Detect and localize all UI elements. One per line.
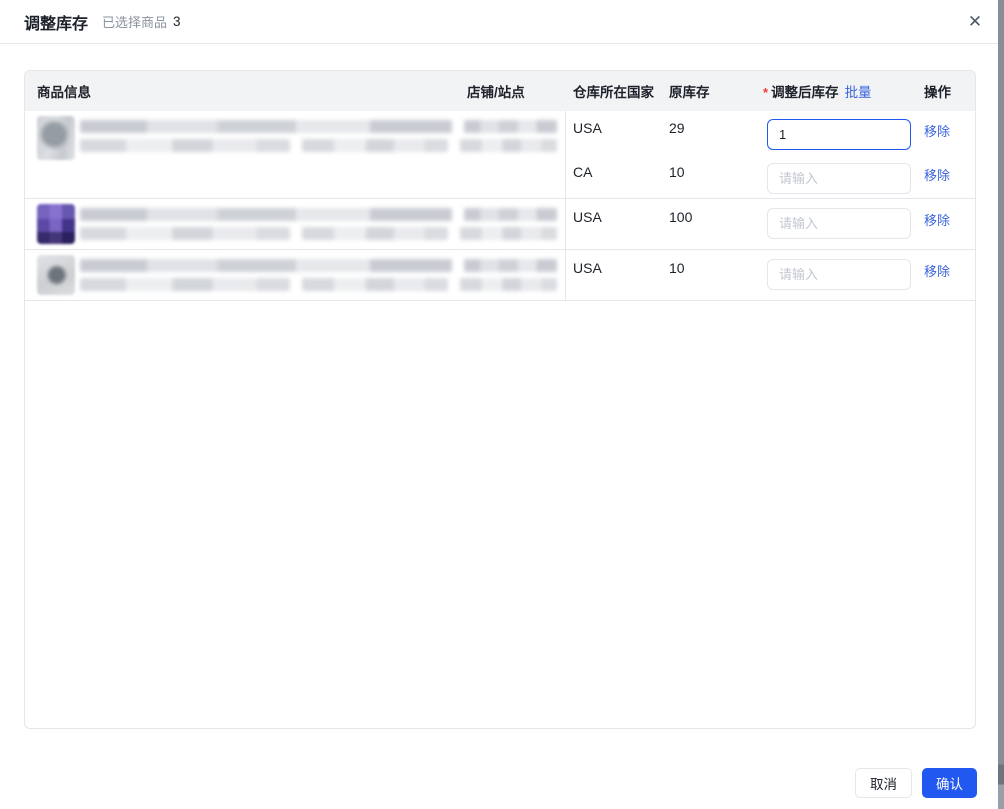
adjusted-stock-label: 调整后库存 bbox=[771, 85, 839, 100]
product-thumbnail bbox=[37, 255, 75, 295]
remove-link[interactable]: 移除 bbox=[924, 168, 950, 183]
remove-link[interactable]: 移除 bbox=[924, 264, 950, 279]
redacted-store-bar bbox=[460, 139, 557, 152]
vertical-scrollbar[interactable] bbox=[998, 0, 1004, 809]
selected-count: 3 bbox=[173, 14, 181, 29]
modal-title: 调整库存 bbox=[24, 15, 89, 33]
original-stock-value: 10 bbox=[669, 163, 685, 180]
adjust-stock-input[interactable] bbox=[767, 119, 911, 150]
warehouse-country: CA bbox=[573, 163, 593, 180]
redacted-product-text bbox=[80, 204, 557, 249]
product-thumbnail bbox=[37, 116, 75, 160]
selected-label: 已选择商品 bbox=[102, 15, 168, 30]
table-header-row: 商品信息 店铺/站点 仓库所在国家 原库存 * 调整后库存 批量 操作 bbox=[25, 71, 975, 111]
column-header-product: 商品信息 bbox=[37, 85, 91, 100]
remove-link[interactable]: 移除 bbox=[924, 124, 950, 139]
redacted-text-bar bbox=[80, 139, 290, 152]
redacted-text-bar bbox=[80, 278, 290, 291]
remove-link[interactable]: 移除 bbox=[924, 213, 950, 228]
original-stock-value: 10 bbox=[669, 260, 685, 276]
redacted-store-bar bbox=[464, 259, 557, 272]
column-header-action: 操作 bbox=[924, 85, 951, 100]
redacted-text-bar bbox=[80, 227, 290, 240]
product-info-cell bbox=[25, 199, 566, 249]
product-thumbnail bbox=[37, 204, 75, 244]
table-row: USA 29 移除 CA 10 移除 bbox=[25, 111, 975, 199]
inventory-table: 商品信息 店铺/站点 仓库所在国家 原库存 * 调整后库存 批量 操作 USA … bbox=[24, 70, 976, 729]
column-header-warehouse-country: 仓库所在国家 bbox=[573, 85, 654, 100]
warehouse-row: USA 10 移除 bbox=[566, 250, 975, 300]
adjust-stock-input[interactable] bbox=[767, 259, 911, 290]
modal-header: 调整库存 已选择商品 3 bbox=[0, 0, 1004, 44]
table-row: USA 10 移除 bbox=[25, 250, 975, 301]
redacted-store-bar bbox=[464, 120, 557, 133]
column-header-store: 店铺/站点 bbox=[467, 85, 525, 100]
confirm-button[interactable]: 确认 bbox=[922, 768, 977, 798]
batch-fill-link[interactable]: 批量 bbox=[845, 81, 872, 101]
redacted-store-bar bbox=[460, 227, 557, 240]
original-stock-value: 29 bbox=[669, 120, 685, 136]
table-body: USA 29 移除 CA 10 移除 bbox=[25, 111, 975, 728]
redacted-product-text bbox=[80, 255, 557, 300]
redacted-text-bar bbox=[302, 278, 448, 291]
close-icon[interactable]: ✕ bbox=[964, 11, 986, 33]
selected-summary: 已选择商品 3 bbox=[102, 12, 181, 31]
table-row: USA 100 移除 bbox=[25, 199, 975, 250]
warehouse-country: USA bbox=[573, 209, 602, 225]
column-header-original-stock: 原库存 bbox=[669, 85, 710, 100]
redacted-product-text bbox=[80, 116, 557, 198]
cancel-button[interactable]: 取消 bbox=[855, 768, 912, 798]
redacted-text-bar bbox=[302, 227, 448, 240]
redacted-text-bar bbox=[80, 259, 452, 272]
empty-table-area bbox=[25, 301, 975, 728]
redacted-text-bar bbox=[302, 139, 448, 152]
product-info-cell bbox=[25, 111, 566, 198]
warehouse-country: USA bbox=[573, 120, 602, 136]
redacted-text-bar bbox=[80, 120, 452, 133]
warehouse-country: USA bbox=[573, 260, 602, 276]
warehouse-row: USA 100 移除 bbox=[566, 199, 975, 249]
redacted-store-bar bbox=[464, 208, 557, 221]
redacted-text-bar bbox=[80, 208, 452, 221]
original-stock-value: 100 bbox=[669, 209, 693, 225]
warehouse-row: USA 29 移除 bbox=[566, 111, 975, 155]
warehouse-row: CA 10 移除 bbox=[566, 155, 975, 199]
adjust-stock-input[interactable] bbox=[767, 162, 911, 194]
redacted-store-bar bbox=[460, 278, 557, 291]
modal-footer: 取消 确认 bbox=[855, 768, 977, 798]
product-info-cell bbox=[25, 250, 566, 300]
column-header-adjusted-stock: * 调整后库存 批量 bbox=[759, 81, 915, 101]
required-asterisk: * bbox=[763, 84, 769, 100]
adjust-inventory-modal: 调整库存 已选择商品 3 ✕ 商品信息 店铺/站点 仓库所在国家 原库存 * 调… bbox=[0, 0, 1004, 809]
adjust-stock-input[interactable] bbox=[767, 208, 911, 239]
